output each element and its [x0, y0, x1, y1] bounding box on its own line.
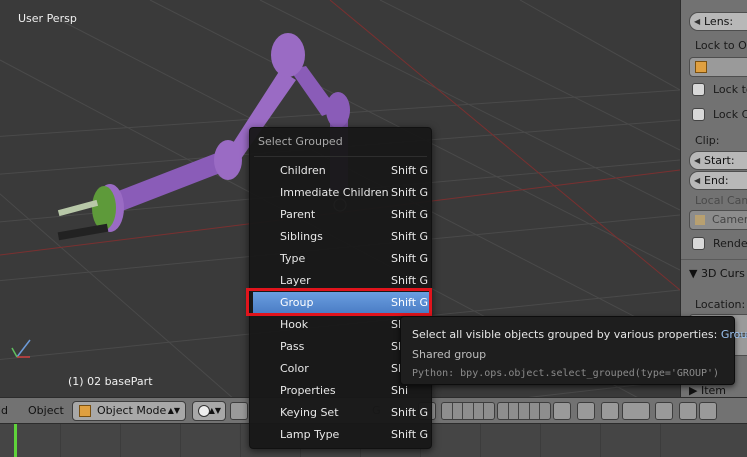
- view-menu[interactable]: ld: [0, 404, 8, 417]
- timeline-grid-line: [180, 424, 181, 457]
- select-grouped-menu: Select Grouped Children Shift G Immediate…: [249, 127, 432, 449]
- pivot-point-icon[interactable]: [230, 402, 248, 420]
- menu-separator: [254, 156, 427, 157]
- timeline-grid-line: [540, 424, 541, 457]
- local-camera-field[interactable]: Camera: [689, 210, 747, 230]
- menu-item-parent[interactable]: Parent Shift G: [253, 204, 430, 226]
- snap-magnet-icon[interactable]: [601, 402, 619, 420]
- menu-item-group[interactable]: Group Shift G: [253, 292, 430, 314]
- object-menu[interactable]: Object: [28, 404, 64, 417]
- layer-buttons-group-2[interactable]: [497, 402, 551, 420]
- timeline-grid-line: [600, 424, 601, 457]
- menu-item-type[interactable]: Type Shift G: [253, 248, 430, 270]
- object-cube-icon: [695, 61, 707, 73]
- operator-tooltip: Select all visible objects grouped by va…: [400, 316, 747, 385]
- updown-arrows-icon: ▲▼: [167, 406, 180, 415]
- timeline-grid-line: [60, 424, 61, 457]
- timeline-grid-line: [660, 424, 661, 457]
- lock-layers-icon[interactable]: [553, 402, 571, 420]
- view-label: User Persp: [18, 12, 77, 25]
- timeline-grid-line: [240, 424, 241, 457]
- timeline-grid-line: [480, 424, 481, 457]
- lock-camera-label: Lock C: [713, 108, 747, 121]
- disclosure-triangle-icon: ▶: [689, 384, 701, 397]
- mode-select[interactable]: Object Mode ▲▼: [72, 401, 186, 421]
- tooltip-python: Python: bpy.ops.object.select_grouped(ty…: [412, 368, 720, 379]
- camera-icon: [695, 215, 705, 225]
- clip-label: Clip:: [695, 134, 720, 147]
- lock-object-field[interactable]: [689, 57, 747, 77]
- decrement-arrow-icon[interactable]: ◀: [694, 172, 700, 189]
- object-mode-icon: [79, 405, 91, 417]
- disclosure-triangle-icon: ▼: [689, 267, 701, 280]
- panel-divider: [681, 259, 747, 260]
- tooltip-subtitle: Shared group: [412, 348, 487, 361]
- timeline-grid-line: [120, 424, 121, 457]
- proportional-edit-icon[interactable]: [577, 402, 595, 420]
- active-object-label: (1) 02 basePart: [68, 375, 153, 388]
- item-panel-header[interactable]: ▶ Item: [689, 384, 726, 397]
- current-frame-indicator[interactable]: [14, 424, 17, 457]
- local-camera-label: Local Cam: [695, 194, 747, 207]
- camera-render-icon[interactable]: [679, 402, 697, 420]
- cursor-panel-header[interactable]: ▼ 3D Curs: [689, 267, 745, 280]
- render-checkbox[interactable]: [692, 237, 705, 250]
- location-label: Location:: [695, 298, 746, 311]
- layer-buttons-group-1[interactable]: [441, 402, 495, 420]
- snap-element-icon[interactable]: [622, 402, 650, 420]
- clip-end-field[interactable]: ◀ End:: [689, 171, 747, 190]
- menu-item-siblings[interactable]: Siblings Shift G: [253, 226, 430, 248]
- viewport-shading-select[interactable]: ▲▼: [192, 401, 226, 421]
- menu-item-children[interactable]: Children Shift G: [253, 160, 430, 182]
- menu-item-immediate-children[interactable]: Immediate Children Shift G: [253, 182, 430, 204]
- menu-title: Select Grouped: [258, 135, 343, 148]
- animation-render-icon[interactable]: [699, 402, 717, 420]
- axis-gizmo: [11, 339, 31, 358]
- menu-item-lamp-type[interactable]: Lamp Type Shift G: [253, 424, 430, 446]
- lock-to-object-label: Lock to Ob: [695, 39, 747, 52]
- render-label: Render: [713, 237, 747, 250]
- decrement-arrow-icon[interactable]: ◀: [694, 13, 700, 30]
- menu-item-layer[interactable]: Layer Shift G: [253, 270, 430, 292]
- render-preview-icon[interactable]: [655, 402, 673, 420]
- updown-arrows-icon: ▲▼: [208, 406, 221, 415]
- tooltip-description: Select all visible objects grouped by va…: [412, 328, 747, 341]
- lock-to-cursor-label: Lock to: [713, 83, 747, 96]
- decrement-arrow-icon[interactable]: ◀: [694, 152, 700, 169]
- lock-camera-checkbox[interactable]: [692, 108, 705, 121]
- menu-item-keying-set[interactable]: Keying Set Shift G: [253, 402, 430, 424]
- lock-to-cursor-checkbox[interactable]: [692, 83, 705, 96]
- clip-start-field[interactable]: ◀ Start:: [689, 151, 747, 170]
- lens-field[interactable]: ◀ Lens:: [689, 12, 747, 31]
